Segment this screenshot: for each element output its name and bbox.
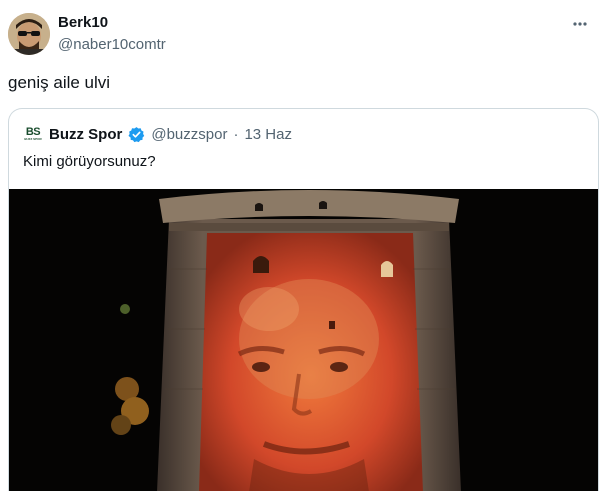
- verified-badge-icon: [128, 126, 145, 143]
- quoted-tweet-date[interactable]: 13 Haz: [244, 126, 292, 143]
- avatar[interactable]: [8, 13, 50, 55]
- quoted-author-handle[interactable]: @buzzspor: [151, 126, 227, 143]
- quoted-tweet-card[interactable]: BS BUZZ SPOR Buzz Spor @buzzspor · 13 Ha…: [8, 108, 599, 491]
- buzzspor-logo[interactable]: BS BUZZ SPOR: [23, 124, 43, 144]
- tweet-text: geniş aile ulvi: [8, 73, 111, 92]
- buzzspor-logo-text: BS: [25, 125, 41, 138]
- quoted-tweet-text: Kimi görüyorsunuz?: [23, 153, 156, 170]
- more-icon[interactable]: [570, 14, 590, 34]
- author-display-name[interactable]: Berk10: [58, 14, 108, 31]
- separator-dot: ·: [233, 125, 239, 143]
- tweet: Berk10 @naber10comtr geniş aile ulvi BS …: [0, 0, 600, 491]
- buzzspor-logo-subtext: BUZZ SPOR: [24, 136, 42, 141]
- quoted-tweet-photo[interactable]: [9, 189, 598, 491]
- quoted-tweet-header: BS BUZZ SPOR Buzz Spor @buzzspor · 13 Ha…: [23, 123, 292, 145]
- author-handle[interactable]: @naber10comtr: [58, 36, 166, 53]
- quoted-author-display-name[interactable]: Buzz Spor: [49, 126, 122, 143]
